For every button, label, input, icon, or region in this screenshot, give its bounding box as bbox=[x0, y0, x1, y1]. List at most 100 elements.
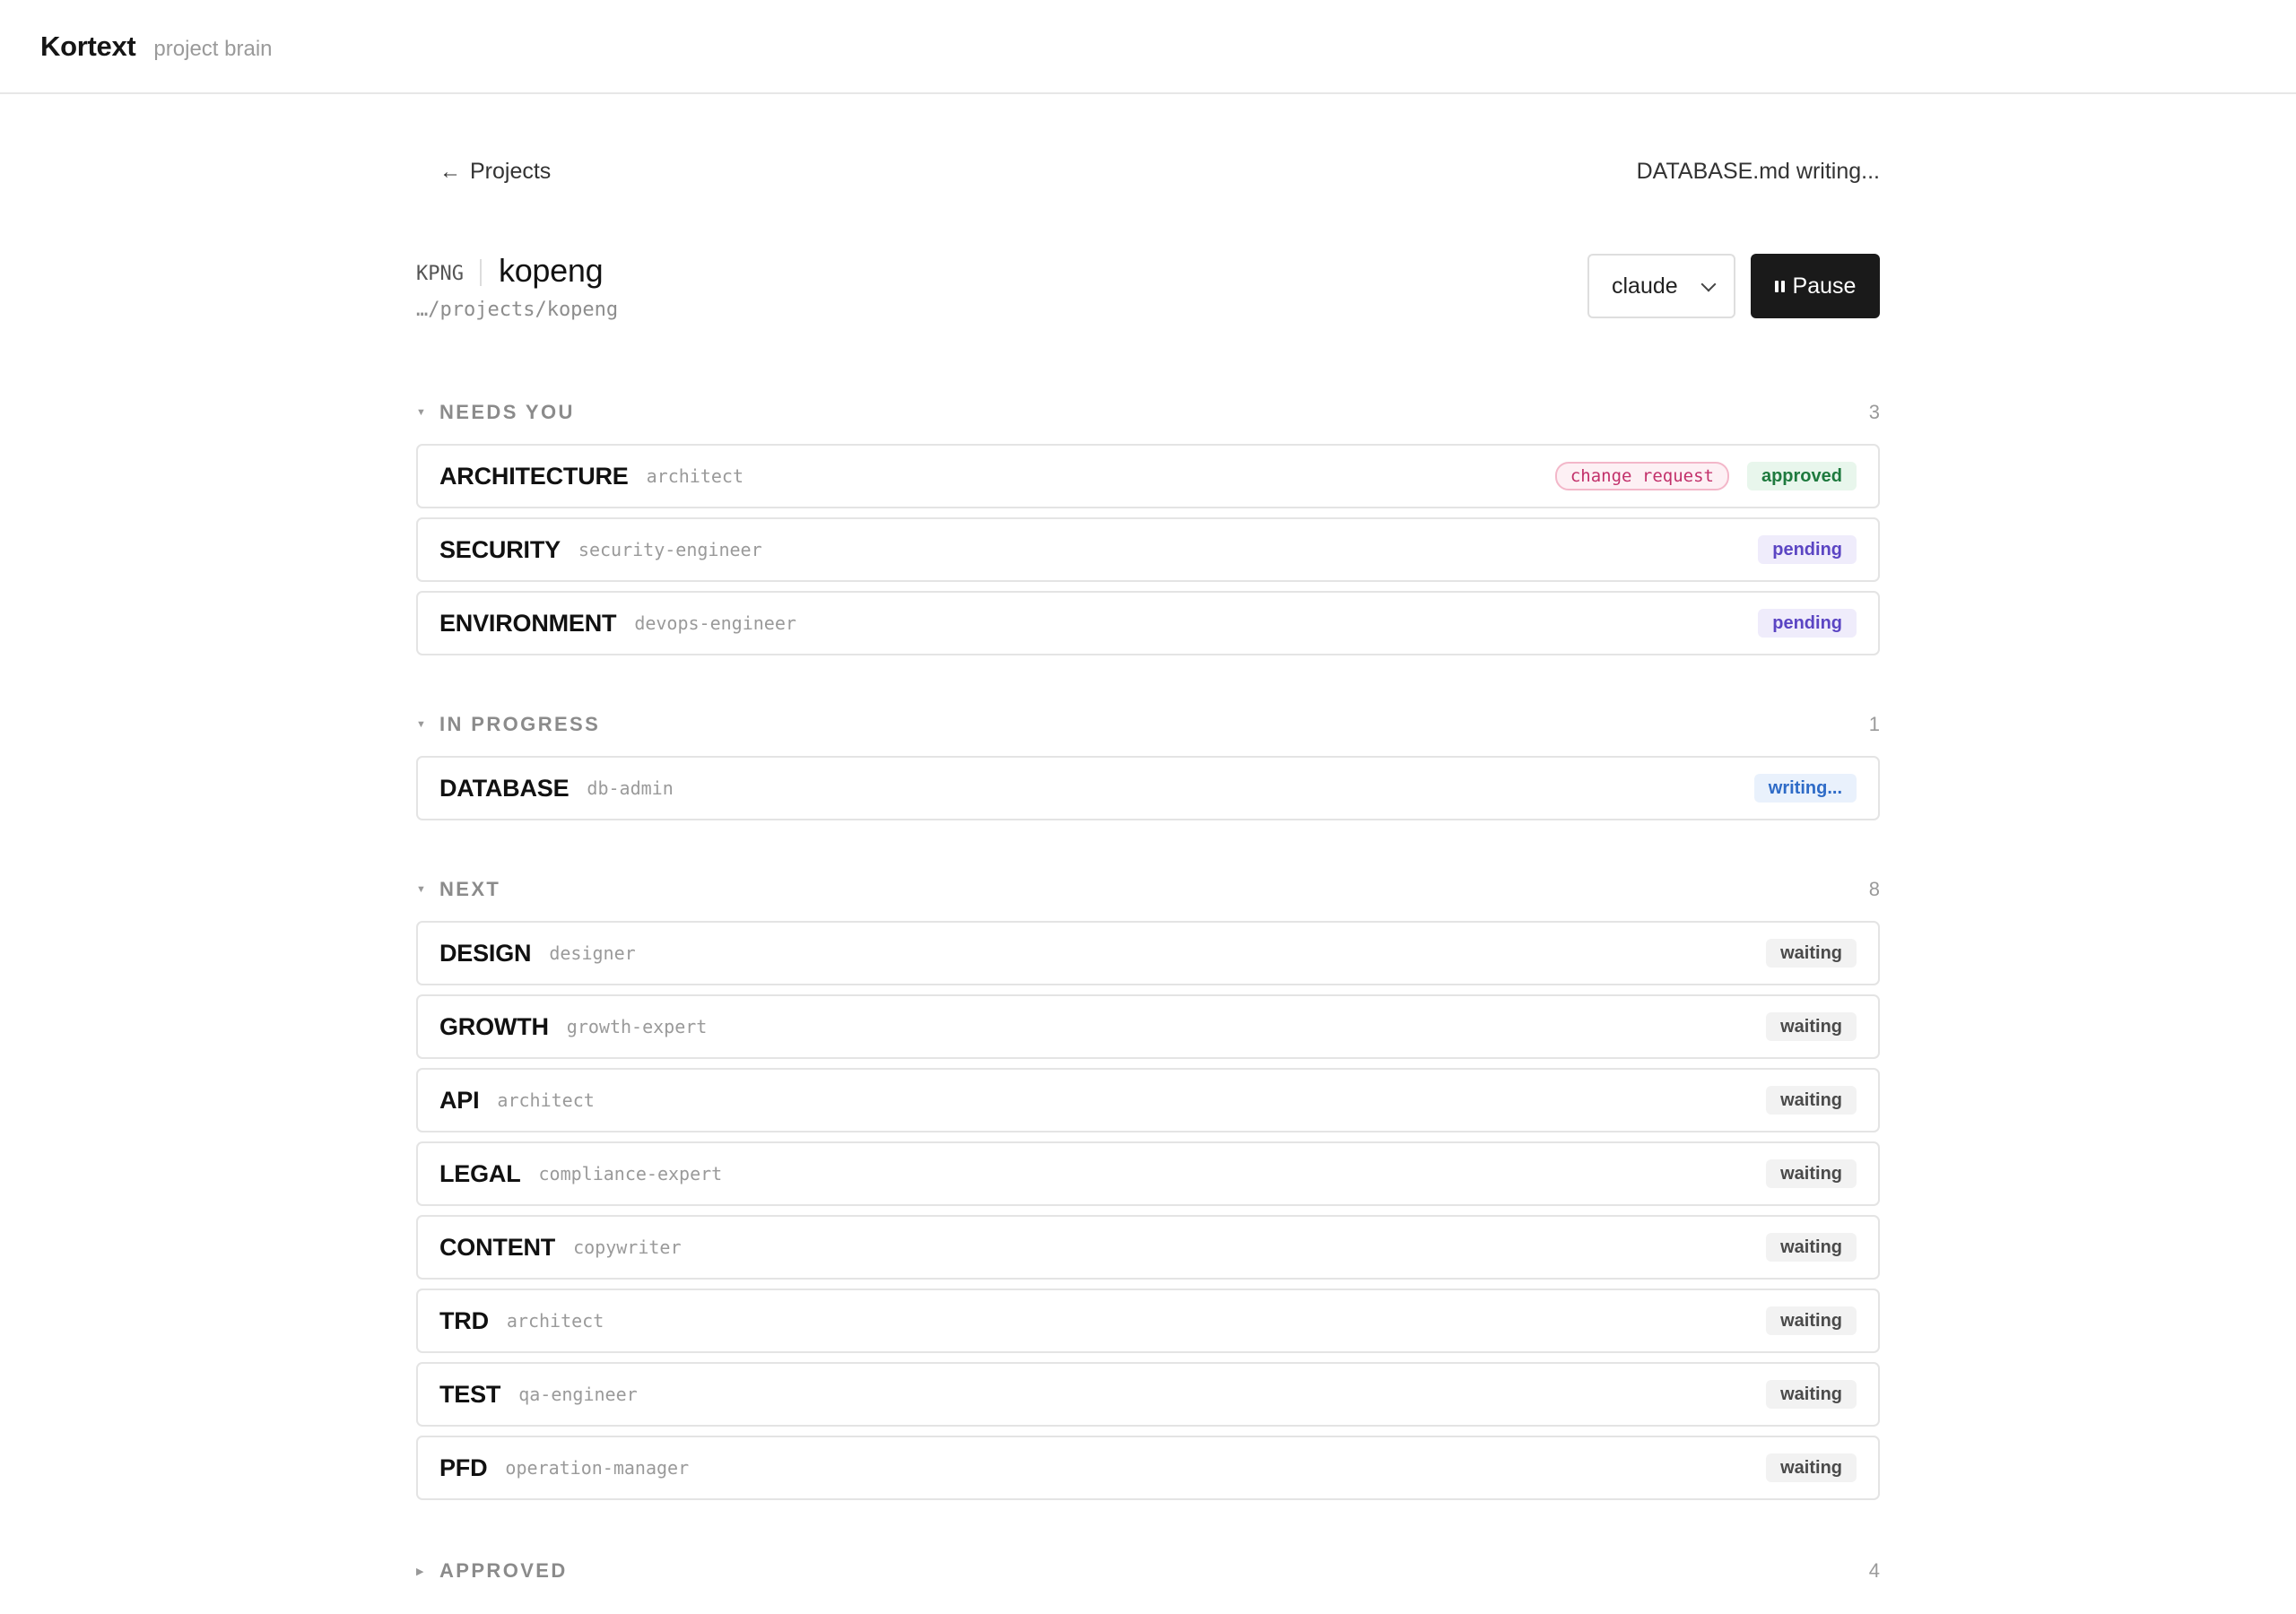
section-title: IN PROGRESS bbox=[439, 713, 601, 735]
status-badges: waiting bbox=[1766, 1070, 1857, 1131]
doc-role: qa-engineer bbox=[518, 1384, 638, 1405]
doc-row-trd[interactable]: TRD architect waiting bbox=[416, 1289, 1880, 1353]
project-path: …/projects/kopeng bbox=[416, 299, 619, 321]
status-badges: waiting bbox=[1766, 996, 1857, 1057]
status-badges: waiting bbox=[1766, 1217, 1857, 1278]
doc-role: designer bbox=[549, 942, 636, 964]
pause-button[interactable]: Pause bbox=[1751, 254, 1880, 318]
doc-row-test[interactable]: TEST qa-engineer waiting bbox=[416, 1362, 1880, 1427]
doc-title: ENVIRONMENT bbox=[439, 609, 617, 637]
app-logo[interactable]: Kortext bbox=[40, 30, 136, 63]
project-name: kopeng bbox=[499, 252, 604, 289]
status-badges: change request approved bbox=[1554, 446, 1857, 507]
project-header: KPNG kopeng …/projects/kopeng claude Pau… bbox=[416, 252, 1880, 381]
section-needs-you: ▼ NEEDS YOU 3 ARCHITECTURE architect chang… bbox=[416, 381, 1880, 655]
doc-row-security[interactable]: SECURITY security-engineer pending bbox=[416, 517, 1880, 582]
doc-role: operation-manager bbox=[505, 1457, 690, 1479]
model-select[interactable]: claude bbox=[1587, 254, 1735, 318]
waiting-badge: waiting bbox=[1766, 1233, 1857, 1262]
doc-row-pfd[interactable]: PFD operation-manager waiting bbox=[416, 1436, 1880, 1500]
doc-role: copywriter bbox=[573, 1237, 682, 1258]
change-badge[interactable]: change request bbox=[1554, 462, 1729, 490]
waiting-badge: waiting bbox=[1766, 1380, 1857, 1409]
doc-row-api[interactable]: API architect waiting bbox=[416, 1068, 1880, 1132]
section-count: 4 bbox=[1868, 1559, 1880, 1582]
doc-title: PFD bbox=[439, 1453, 488, 1481]
caret-right-icon: ▶ bbox=[416, 1566, 424, 1577]
waiting-badge: waiting bbox=[1766, 1453, 1857, 1482]
section-header-in-progress[interactable]: ▼ IN PROGRESS 1 bbox=[416, 693, 1880, 756]
waiting-badge: waiting bbox=[1766, 1086, 1857, 1115]
section-count: 3 bbox=[1868, 401, 1880, 423]
pending-badge: pending bbox=[1758, 609, 1857, 638]
caret-down-icon: ▼ bbox=[416, 719, 426, 730]
doc-title: CONTENT bbox=[439, 1233, 556, 1261]
divider bbox=[480, 259, 482, 286]
arrow-left-icon: ← bbox=[439, 159, 461, 184]
pending-badge: pending bbox=[1758, 535, 1857, 564]
doc-title: DATABASE bbox=[439, 774, 570, 802]
caret-down-icon: ▼ bbox=[416, 884, 426, 895]
top-bar: Kortext project brain bbox=[0, 0, 2296, 94]
doc-title: DESIGN bbox=[439, 939, 532, 967]
doc-role: devops-engineer bbox=[634, 612, 796, 634]
status-badges: pending bbox=[1758, 519, 1857, 580]
doc-role: architect bbox=[646, 465, 744, 487]
doc-title: TEST bbox=[439, 1380, 501, 1408]
caret-down-icon: ▼ bbox=[416, 407, 426, 418]
section-next: ▼ NEXT 8 DESIGN designer waiting GROWTH grow… bbox=[416, 858, 1880, 1500]
doc-row-architecture[interactable]: ARCHITECTURE architect change request appro… bbox=[416, 444, 1880, 508]
app-subtitle: project brain bbox=[153, 36, 273, 61]
back-to-projects-link[interactable]: ← Projects bbox=[439, 159, 551, 185]
nav-row: ← Projects DATABASE.md writing... bbox=[416, 94, 1880, 256]
section-header-approved[interactable]: ▶ APPROVED 4 bbox=[416, 1540, 1880, 1602]
approved-badge: approved bbox=[1746, 462, 1857, 490]
doc-title: SECURITY bbox=[439, 535, 561, 563]
section-in-progress: ▼ IN PROGRESS 1 DATABASE db-admin writing.… bbox=[416, 693, 1880, 820]
section-title: NEEDS YOU bbox=[439, 401, 575, 423]
status-badges: writing... bbox=[1753, 758, 1857, 819]
doc-role: security-engineer bbox=[578, 539, 762, 560]
status-badges: waiting bbox=[1766, 1143, 1857, 1204]
doc-role: architect bbox=[497, 1089, 595, 1111]
waiting-badge: waiting bbox=[1766, 1306, 1857, 1335]
doc-role: compliance-expert bbox=[538, 1163, 723, 1184]
pause-button-label: Pause bbox=[1792, 273, 1857, 299]
status-badges: waiting bbox=[1766, 1290, 1857, 1351]
doc-role: architect bbox=[506, 1310, 604, 1332]
model-select-value: claude bbox=[1612, 273, 1678, 299]
status-badges: pending bbox=[1758, 593, 1857, 654]
doc-role: growth-expert bbox=[566, 1016, 708, 1037]
project-code: KPNG bbox=[416, 263, 464, 285]
doc-title: GROWTH bbox=[439, 1012, 549, 1040]
section-title: NEXT bbox=[439, 878, 501, 900]
doc-title: LEGAL bbox=[439, 1159, 521, 1187]
project-page: ← Projects DATABASE.md writing... KPNG k… bbox=[416, 94, 1880, 1602]
pause-icon bbox=[1774, 280, 1785, 292]
section-header-next[interactable]: ▼ NEXT 8 bbox=[416, 858, 1880, 921]
waiting-badge: waiting bbox=[1766, 1012, 1857, 1041]
doc-title: ARCHITECTURE bbox=[439, 462, 629, 490]
waiting-badge: waiting bbox=[1766, 1159, 1857, 1188]
section-header-needs-you[interactable]: ▼ NEEDS YOU 3 bbox=[416, 381, 1880, 444]
generation-status: DATABASE.md writing... bbox=[1636, 159, 1880, 184]
back-link-label: Projects bbox=[470, 159, 552, 184]
doc-title: API bbox=[439, 1086, 480, 1114]
chevron-down-icon bbox=[1700, 276, 1717, 292]
status-badges: waiting bbox=[1766, 1437, 1857, 1498]
section-approved: ▶ APPROVED 4 bbox=[416, 1540, 1880, 1602]
doc-row-design[interactable]: DESIGN designer waiting bbox=[416, 921, 1880, 985]
doc-row-content[interactable]: CONTENT copywriter waiting bbox=[416, 1215, 1880, 1280]
section-count: 8 bbox=[1868, 878, 1880, 900]
status-badges: waiting bbox=[1766, 1364, 1857, 1425]
doc-row-environment[interactable]: ENVIRONMENT devops-engineer pending bbox=[416, 591, 1880, 655]
doc-row-growth[interactable]: GROWTH growth-expert waiting bbox=[416, 994, 1880, 1059]
waiting-badge: waiting bbox=[1766, 939, 1857, 968]
section-count: 1 bbox=[1868, 713, 1880, 735]
writing-badge: writing... bbox=[1753, 774, 1857, 803]
status-badges: waiting bbox=[1766, 923, 1857, 984]
doc-row-database[interactable]: DATABASE db-admin writing... bbox=[416, 756, 1880, 820]
doc-row-legal[interactable]: LEGAL compliance-expert waiting bbox=[416, 1141, 1880, 1206]
doc-title: TRD bbox=[439, 1306, 489, 1334]
section-title: APPROVED bbox=[439, 1559, 568, 1582]
